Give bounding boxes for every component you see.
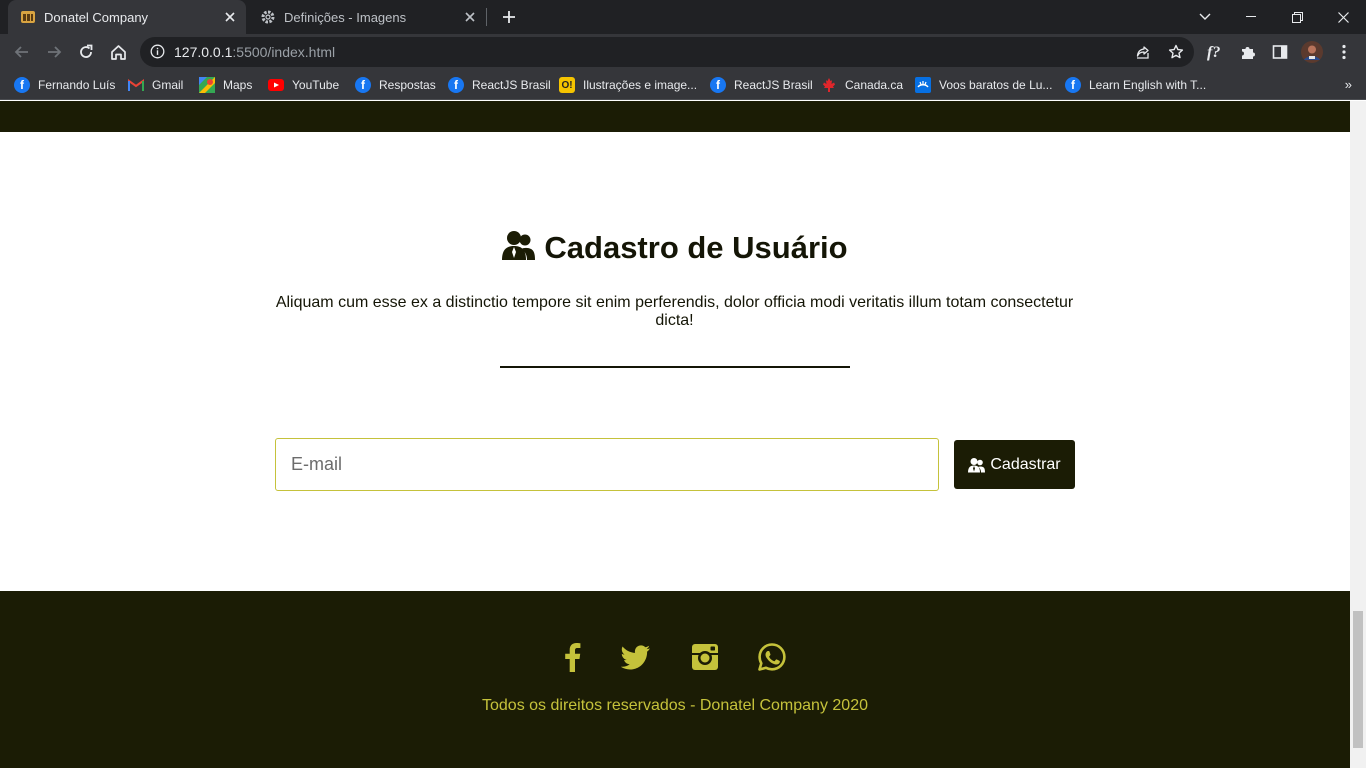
whatsapp-icon[interactable] [755,640,789,674]
reload-icon[interactable] [72,38,100,66]
register-button[interactable]: Cadastrar [954,440,1075,489]
facebook-icon[interactable] [555,640,589,674]
url-host: 127.0.0.1 [174,44,233,60]
gmail-icon [128,77,144,93]
bookmark-item[interactable]: f Fernando Luís [14,75,115,95]
page-viewport: Cadastro de Usuário Aliquam cum esse ex … [0,101,1350,768]
flights-icon [915,77,931,93]
maps-icon [199,77,215,93]
bookmark-item[interactable]: YouTube [268,75,339,95]
bookmark-item[interactable]: Canada.ca [821,75,903,95]
tab-separator [486,8,487,26]
facebook-icon: f [1065,77,1081,93]
more-bookmarks-chevron-icon[interactable]: » [1345,77,1352,92]
users-icon [502,229,536,266]
bookmark-label: Fernando Luís [38,78,116,92]
close-tab-icon[interactable] [462,9,478,25]
header-band [0,101,1350,132]
o-icon: O! [559,77,575,93]
profile-avatar[interactable] [1298,38,1326,66]
share-icon[interactable] [1134,43,1152,61]
copyright-text: Todos os direitos reservados - Donatel C… [482,697,868,714]
bookmark-label: ReactJS Brasil [734,78,813,92]
address-bar[interactable]: 127.0.0.1:5500/index.html [140,37,1194,67]
extensions-puzzle-icon[interactable] [1234,38,1262,66]
bookmark-label: YouTube [292,78,340,92]
site-favicon-icon [20,9,36,25]
maple-leaf-icon [821,77,837,93]
gear-icon [260,9,276,25]
bookmark-label: Learn English with T... [1089,78,1207,92]
facebook-icon: f [14,77,30,93]
side-panel-icon[interactable] [1266,38,1294,66]
bookmark-label: Ilustrações e image... [583,78,698,92]
home-icon[interactable] [104,38,132,66]
bookmark-item[interactable]: f ReactJS Brasil [710,75,813,95]
forward-arrow-icon[interactable] [40,38,68,66]
close-window-icon[interactable] [1320,0,1366,34]
instagram-icon[interactable] [688,640,722,674]
back-arrow-icon[interactable] [8,38,36,66]
bookmark-item[interactable]: Gmail [128,75,183,95]
section-heading: Cadastro de Usuário [0,229,1350,266]
tab-title: Definições - Imagens [284,9,407,25]
bookmark-item[interactable]: O! Ilustrações e image... [559,75,697,95]
bookmark-label: Voos baratos de Lu... [939,78,1053,92]
youtube-icon [268,77,284,93]
tab-search-chevron-icon[interactable] [1182,0,1228,34]
minimize-icon[interactable] [1228,0,1274,34]
email-input[interactable] [275,438,939,491]
extension-f-icon[interactable]: f? [1202,38,1230,66]
section-description: Aliquam cum esse ex a distinctio tempore… [275,294,1074,329]
bookmark-label: Maps [223,78,253,92]
close-tab-icon[interactable] [222,9,238,25]
bookmarks-bar: f Fernando Luís Gmail Maps YouTube f Res… [0,70,1366,100]
twitter-icon[interactable] [619,640,653,674]
tab-donatel-company[interactable]: Donatel Company [8,0,246,34]
bookmark-label: Respostas [379,78,436,92]
browser-tab-bar: Donatel Company Definições - Imagens [0,0,1366,34]
user-add-icon [968,457,986,473]
section-divider [500,366,850,368]
facebook-icon: f [448,77,464,93]
tab-title: Donatel Company [44,9,149,25]
restore-icon[interactable] [1274,0,1320,34]
bookmark-label: Gmail [152,78,184,92]
bookmark-item[interactable]: Voos baratos de Lu... [915,75,1052,95]
url-path: :5500/index.html [232,44,336,60]
bookmark-label: ReactJS Brasil [472,78,551,92]
browser-toolbar: 127.0.0.1:5500/index.html f? [0,34,1366,70]
page-title: Cadastro de Usuário [544,229,848,265]
bookmark-item[interactable]: Maps [199,75,252,95]
bookmark-label: Canada.ca [845,78,904,92]
site-info-icon[interactable] [150,44,165,64]
bookmark-item[interactable]: f ReactJS Brasil [448,75,551,95]
svg-text:f?: f? [1207,44,1220,61]
page-scrollbar[interactable] [1350,101,1366,768]
facebook-icon: f [710,77,726,93]
url-text: 127.0.0.1:5500/index.html [174,44,335,60]
facebook-icon: f [355,77,371,93]
bookmark-item[interactable]: f Learn English with T... [1065,75,1206,95]
tab-definicoes-imagens[interactable]: Definições - Imagens [248,0,486,34]
scrollbar-thumb[interactable] [1353,611,1363,748]
new-tab-icon[interactable] [498,6,520,28]
footer: Todos os direitos reservados - Donatel C… [0,591,1350,768]
bookmark-item[interactable]: f Respostas [355,75,436,95]
register-button-label: Cadastrar [990,455,1061,473]
bookmark-star-icon[interactable] [1167,43,1185,61]
kebab-menu-icon[interactable] [1330,38,1358,66]
